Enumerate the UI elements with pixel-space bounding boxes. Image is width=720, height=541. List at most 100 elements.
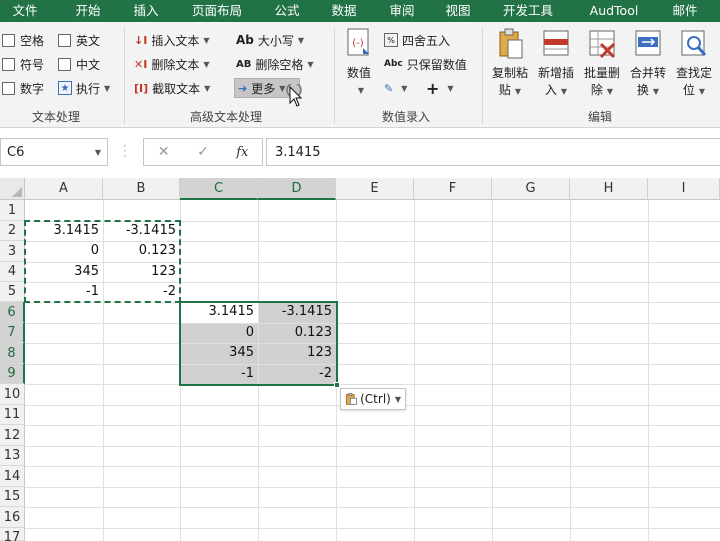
menu-audtool[interactable]: AudTool: [574, 0, 654, 22]
row-header-9[interactable]: 9: [0, 364, 25, 384]
row-header-1[interactable]: 1: [0, 200, 25, 221]
row-header-4[interactable]: 4: [0, 262, 25, 282]
clipboard-icon: [499, 28, 523, 59]
symbol-label: 符号: [20, 57, 45, 72]
delete-spaces-button[interactable]: AB 删除空格 ▼: [236, 54, 314, 74]
row-header-16[interactable]: 16: [0, 507, 25, 528]
formula-controls: ✕ ✓ fx: [143, 138, 263, 166]
copy-paste-label: 复制粘: [491, 66, 528, 80]
row-header-7[interactable]: 7: [0, 323, 25, 343]
copy-paste-label-2: 贴 ▼: [498, 83, 522, 97]
caret-down-icon: ▼: [357, 86, 365, 95]
gridline: [25, 364, 720, 365]
number-checkbox[interactable]: 数字: [2, 78, 44, 98]
find-locate-button[interactable]: 查找定 位 ▼: [672, 28, 716, 100]
execute-button[interactable]: ★ 执行 ▼: [58, 78, 110, 98]
menu-data[interactable]: 数据: [318, 0, 370, 22]
round-label: 四舍五入: [402, 33, 451, 48]
gridline: [414, 200, 415, 541]
checkbox-icon: [2, 33, 15, 47]
case-button[interactable]: Ab 大小写 ▼: [236, 30, 304, 50]
column-header-g[interactable]: G: [492, 178, 570, 200]
drag-handle-icon[interactable]: · · ·: [123, 140, 127, 162]
delete-text-button[interactable]: ✕I 删除文本 ▼: [134, 54, 209, 74]
menu-file[interactable]: 文件: [0, 0, 50, 22]
row-header-8[interactable]: 8: [0, 343, 25, 364]
row-header-5[interactable]: 5: [0, 282, 25, 302]
confirm-icon[interactable]: ✓: [183, 144, 222, 160]
menu-review[interactable]: 审阅: [376, 0, 428, 22]
menu-page-layout[interactable]: 页面布局: [178, 0, 256, 22]
formula-input[interactable]: 3.1415: [266, 138, 720, 166]
space-checkbox[interactable]: 空格: [2, 30, 44, 50]
english-label: 英文: [76, 33, 101, 48]
column-header-h[interactable]: H: [570, 178, 648, 200]
round-button[interactable]: % 四舍五入: [384, 30, 450, 50]
symbol-checkbox[interactable]: 符号: [2, 54, 44, 74]
caret-down-icon: ▼: [203, 59, 210, 69]
round-icon: %: [384, 33, 398, 47]
delete-text-icon: ✕I: [134, 57, 148, 71]
keep-value-button[interactable]: Abc 只保留数值: [384, 54, 467, 74]
row-header-10[interactable]: 10: [0, 384, 25, 405]
batch-delete-icon: [589, 30, 616, 59]
row-header-17[interactable]: 17: [0, 528, 25, 541]
chevron-down-icon[interactable]: ▼: [95, 148, 101, 157]
formula-bar: C6 ▼ · · · ✕ ✓ fx 3.1415: [0, 138, 720, 168]
row-header-15[interactable]: 15: [0, 487, 25, 507]
insert-text-button[interactable]: ↓I 插入文本 ▼: [134, 30, 209, 50]
batch-delete-button[interactable]: 批量删 除 ▼: [580, 28, 624, 100]
menu-developer[interactable]: 开发工具: [490, 0, 566, 22]
caret-down-icon: ▼: [297, 35, 305, 45]
column-header-c[interactable]: C: [180, 178, 258, 200]
cancel-icon[interactable]: ✕: [144, 144, 183, 160]
gridline: [25, 323, 720, 324]
merge-convert-button[interactable]: 合并转 换 ▼: [626, 28, 670, 100]
plus-dropdown-button[interactable]: + ▼: [426, 78, 454, 98]
column-header-b[interactable]: B: [103, 178, 180, 200]
extract-text-button[interactable]: [I] 截取文本 ▼: [134, 78, 210, 98]
menu-insert[interactable]: 插入: [120, 0, 172, 22]
english-checkbox[interactable]: 英文: [58, 30, 100, 50]
new-insert-label: 新增插: [537, 66, 574, 80]
name-box[interactable]: C6 ▼: [0, 138, 108, 166]
column-header-a[interactable]: A: [25, 178, 103, 200]
batch-delete-label-2: 除 ▼: [590, 83, 614, 97]
column-header-f[interactable]: F: [414, 178, 492, 200]
value-icon: (-): [347, 28, 369, 56]
gridline: [25, 384, 720, 385]
menu-mail[interactable]: 邮件: [660, 0, 710, 22]
group-separator: [482, 28, 483, 124]
row-header-11[interactable]: 11: [0, 405, 25, 425]
column-header-d[interactable]: D: [258, 178, 336, 200]
menu-view[interactable]: 视图: [432, 0, 484, 22]
row-header-13[interactable]: 13: [0, 446, 25, 466]
execute-label: 执行: [76, 81, 101, 96]
case-icon: Ab: [236, 33, 254, 47]
column-header-e[interactable]: E: [336, 178, 414, 200]
fx-icon[interactable]: fx: [223, 145, 262, 160]
chinese-checkbox[interactable]: 中文: [58, 54, 100, 74]
column-header-i[interactable]: I: [648, 178, 720, 200]
paste-options-button[interactable]: (Ctrl) ▼: [340, 388, 406, 410]
menu-home[interactable]: 开始: [62, 0, 114, 22]
value-button[interactable]: (-) 数值 ▼: [342, 28, 376, 99]
select-all-corner[interactable]: [0, 178, 25, 200]
new-insert-button[interactable]: 新增插 入 ▼: [534, 28, 578, 100]
menu-formulas[interactable]: 公式: [262, 0, 312, 22]
edit-dropdown-button[interactable]: ✎ ▼: [384, 78, 407, 98]
row-header-12[interactable]: 12: [0, 425, 25, 446]
row-header-2[interactable]: 2: [0, 221, 25, 241]
row-header-14[interactable]: 14: [0, 466, 25, 487]
row-header-6[interactable]: 6: [0, 302, 25, 323]
space-label: 空格: [20, 33, 45, 48]
chinese-label: 中文: [76, 57, 101, 72]
group-separator: [334, 28, 335, 124]
insert-text-icon: ↓I: [134, 33, 148, 47]
delete-spaces-icon: AB: [236, 58, 252, 70]
gridline: [25, 487, 720, 488]
caret-down-icon: ▼: [104, 83, 111, 93]
copy-paste-button[interactable]: 复制粘 贴 ▼: [488, 28, 532, 100]
row-header-3[interactable]: 3: [0, 241, 25, 262]
abc-icon: Abc: [384, 59, 403, 69]
